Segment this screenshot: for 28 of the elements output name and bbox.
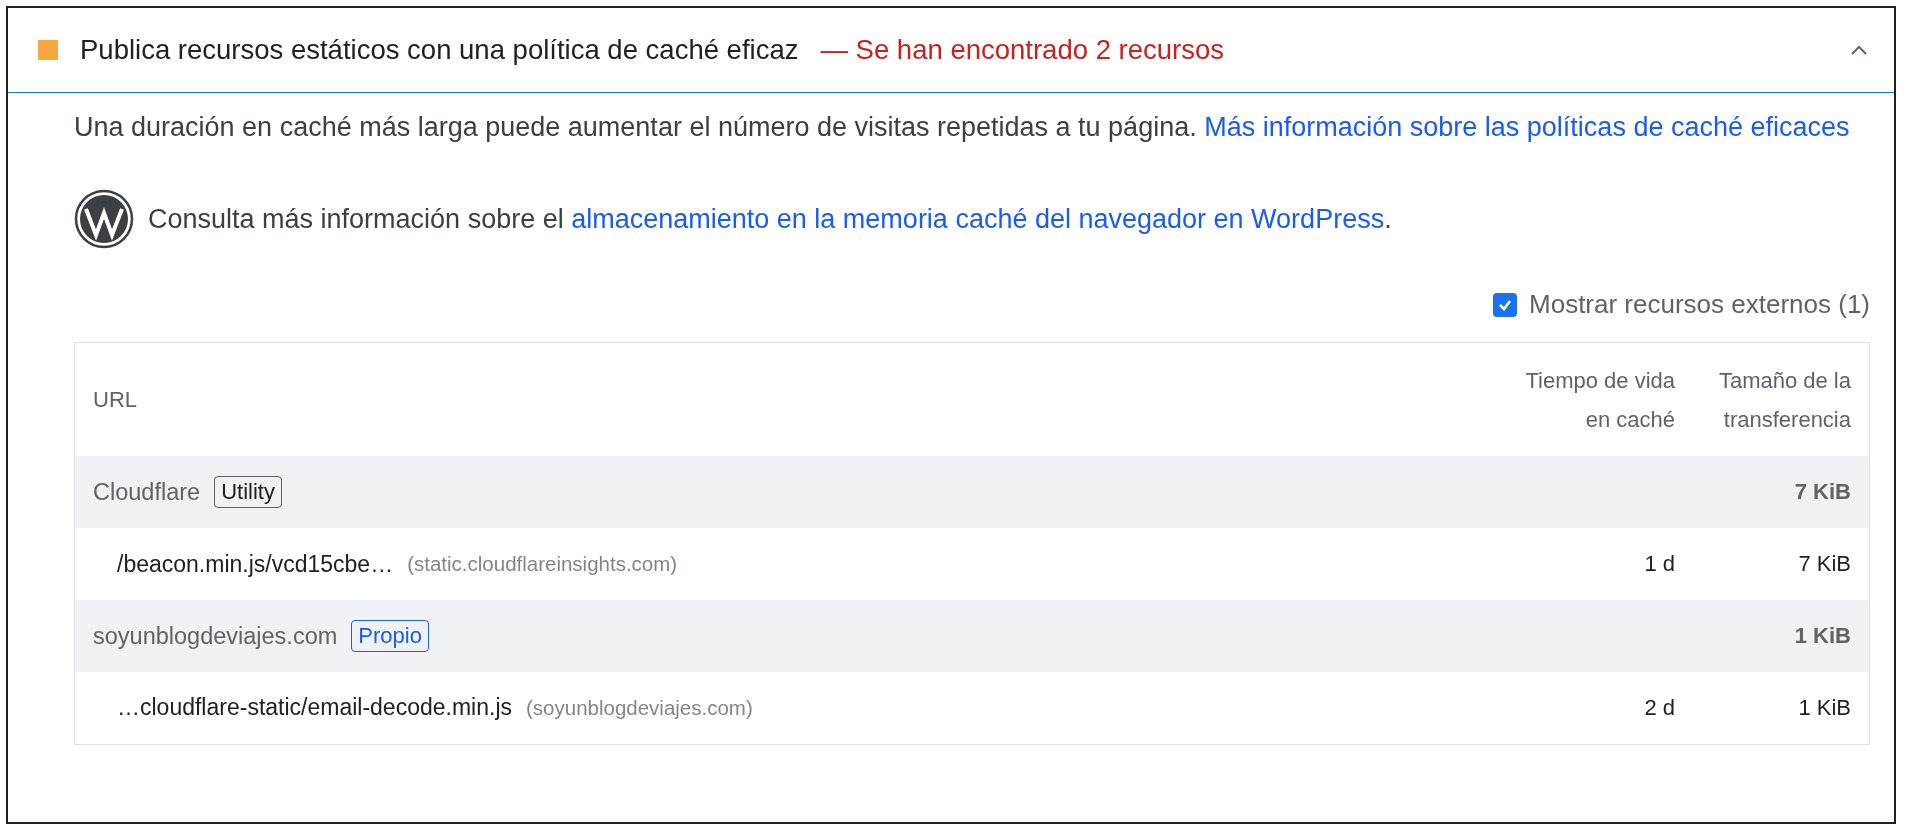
group-size: 1 KiB xyxy=(1794,623,1851,648)
entity-name: soyunblogdeviajes.com xyxy=(93,622,338,650)
resource-url: /beacon.min.js/vcd15cbe… xyxy=(117,550,394,578)
transfer-size: 7 KiB xyxy=(1798,551,1851,576)
column-header: Tiempo de vida en caché xyxy=(1502,342,1693,456)
audit-display-value: — Se han encontrado 2 recursos xyxy=(820,34,1226,66)
resource-url: …cloudflare-static/email-decode.min.js xyxy=(117,694,512,722)
wordpress-note-text: Consulta más información sobre el almacenamiento en la memoria caché del navegador en WordPress. xyxy=(148,203,1392,236)
chevron-icon[interactable] xyxy=(1850,44,1868,56)
wordpress-cache-link[interactable]: almacenamiento en la memoria caché del navegador en WordPress xyxy=(571,204,1385,234)
checkbox-label: Mostrar recursos externos (1) xyxy=(1529,289,1870,320)
description-text: Una duración en caché más larga puede aumentar el número de visitas repetidas a tu página. Más información sobre las políticas de caché eficaces xyxy=(74,111,1851,144)
audit-header[interactable]: Publica recursos estáticos con una política de caché eficaz — Se han encontrado 2 recursos xyxy=(8,8,1894,93)
entity-name: Cloudflare xyxy=(93,478,201,506)
group-size: 7 KiB xyxy=(1794,479,1851,504)
wordpress-logo-icon xyxy=(74,189,134,249)
resource-host: (static.cloudflareinsights.com) xyxy=(407,552,678,576)
entity-tag: Propio xyxy=(351,620,429,652)
cache-ttl: 1 d xyxy=(1644,551,1675,576)
transfer-size: 1 KiB xyxy=(1798,694,1851,720)
learn-more-link[interactable]: Más información sobre las políticas de caché eficaces xyxy=(1204,112,1850,142)
checkbox[interactable] xyxy=(1493,292,1517,317)
resource-host: (soyunblogdeviajes.com) xyxy=(526,695,753,720)
column-header: URL xyxy=(74,342,1502,456)
entity-tag: Utility xyxy=(214,476,282,508)
column-header: Tamaño de la transferencia xyxy=(1693,342,1870,456)
audit-title: Publica recursos estáticos con una política de caché eficaz xyxy=(80,34,799,66)
cache-ttl: 2 d xyxy=(1644,694,1675,720)
